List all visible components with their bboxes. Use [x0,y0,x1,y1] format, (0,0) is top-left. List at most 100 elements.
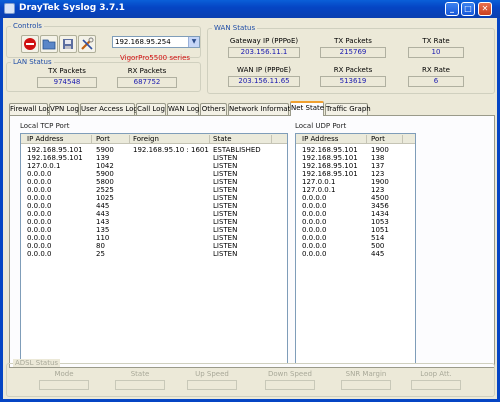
tcp-row[interactable]: 0.0.0.0 135 LISTEN [21,226,287,234]
tcp-cell: LISTEN [213,194,238,202]
udp-row[interactable]: 192.168.95.101 123 [296,170,415,178]
tcp-cell: LISTEN [213,226,238,234]
maximize-button[interactable]: □ [461,2,475,16]
tcp-row[interactable]: 0.0.0.0 110 LISTEN [21,234,287,242]
tcp-row[interactable]: 0.0.0.0 80 LISTEN [21,242,287,250]
tab-network-information[interactable]: Network Information [228,103,301,115]
udp-cell: 1900 [371,178,389,186]
udp-col-ip[interactable]: IP Address [302,135,338,143]
wan-status-group: WAN Status Gateway IP (PPPoE) 203.156.11… [207,24,495,94]
tab-firewall-log[interactable]: Firewall Log [9,103,51,115]
tcp-cell: LISTEN [213,242,238,250]
controls-label: Controls [11,22,44,30]
tcp-cell: 139 [96,154,110,162]
tcp-row[interactable]: 0.0.0.0 2525 LISTEN [21,186,287,194]
tcp-cell: 192.168.95.10 : 1601 [133,146,209,154]
adsl-mode-value [39,380,89,390]
title-bar[interactable]: DrayTek Syslog 3.7.1 _ □ ✕ [0,0,500,18]
udp-cell: 514 [371,234,385,242]
tcp-col-ip[interactable]: IP Address [27,135,63,143]
tcp-cell: LISTEN [213,154,238,162]
chevron-down-icon[interactable]: ▼ [188,37,199,47]
tcp-cell: 0.0.0.0 [27,218,52,226]
rx-rate-label: RX Rate [422,66,450,74]
udp-row[interactable]: 192.168.95.101 138 [296,154,415,162]
udp-row[interactable]: 0.0.0.0 3456 [296,202,415,210]
tab-user-access-log[interactable]: User Access Log [80,103,138,115]
tcp-cell: 443 [96,210,110,218]
tab-call-log[interactable]: Call Log [136,103,166,115]
udp-row[interactable]: 127.0.0.1 1900 [296,178,415,186]
tcp-cell: LISTEN [213,218,238,226]
tcp-col-foreign[interactable]: Foreign [133,135,159,143]
udp-cell: 4500 [371,194,389,202]
udp-row[interactable]: 0.0.0.0 500 [296,242,415,250]
tcp-cell: LISTEN [213,250,238,258]
udp-cell: 192.168.95.101 [302,154,358,162]
udp-list[interactable]: IP Address Port 192.168.95.101 1900 192.16… [295,133,416,364]
save-button[interactable] [59,35,77,53]
minimize-button[interactable]: _ [445,2,459,16]
tab-vpn-log[interactable]: VPN Log [49,103,79,115]
tcp-row[interactable]: 192.168.95.101 139 LISTEN [21,154,287,162]
tcp-row[interactable]: 192.168.95.101 5900 192.168.95.10 : 1601 ES… [21,146,287,154]
tcp-cell: 0.0.0.0 [27,226,52,234]
tcp-row[interactable]: 0.0.0.0 1025 LISTEN [21,194,287,202]
setup-button[interactable] [78,35,96,53]
router-ip-combo[interactable]: 192.168.95.254 ▼ [112,36,200,48]
tcp-row[interactable]: 0.0.0.0 443 LISTEN [21,210,287,218]
tcp-row[interactable]: 0.0.0.0 5800 LISTEN [21,178,287,186]
udp-row[interactable]: 192.168.95.101 137 [296,162,415,170]
udp-cell: 192.168.95.101 [302,162,358,170]
udp-col-port[interactable]: Port [371,135,385,143]
adsl-loop-att-label: Loop Att. [420,370,452,378]
tcp-row[interactable]: 0.0.0.0 25 LISTEN [21,250,287,258]
udp-row[interactable]: 0.0.0.0 445 [296,250,415,258]
udp-row[interactable]: 0.0.0.0 1434 [296,210,415,218]
udp-cell: 192.168.95.101 [302,146,358,154]
tcp-row[interactable]: 0.0.0.0 445 LISTEN [21,202,287,210]
tcp-row[interactable]: 0.0.0.0 5900 LISTEN [21,170,287,178]
tab-others[interactable]: Others [200,103,227,115]
udp-cell: 0.0.0.0 [302,194,327,202]
adsl-down-speed-label: Down Speed [267,370,312,378]
udp-cell: 0.0.0.0 [302,234,327,242]
adsl-state-value [115,380,165,390]
udp-cell: 1900 [371,146,389,154]
open-button[interactable] [40,35,58,53]
udp-cell: 445 [371,250,385,258]
tcp-cell: 5800 [96,178,114,186]
lan-tx-label: TX Packets [48,67,86,75]
tcp-cell: 0.0.0.0 [27,186,52,194]
window-title: DrayTek Syslog 3.7.1 [19,3,125,13]
udp-row[interactable]: 0.0.0.0 1051 [296,226,415,234]
udp-row[interactable]: 0.0.0.0 4500 [296,194,415,202]
tcp-cell: 0.0.0.0 [27,250,52,258]
udp-cell: 127.0.0.1 [302,178,336,186]
tab-net-state[interactable]: Net State [290,101,324,116]
tcp-col-state[interactable]: State [213,135,232,143]
stop-button[interactable] [21,35,39,53]
tcp-list[interactable]: IP Address Port Foreign State 192.168.95… [20,133,288,364]
udp-row[interactable]: 192.168.95.101 1900 [296,146,415,154]
tcp-cell: 0.0.0.0 [27,210,52,218]
udp-cell: 500 [371,242,385,250]
udp-cell: 127.0.0.1 [302,186,336,194]
tab-traffic-graph[interactable]: Traffic Graph [325,103,371,115]
close-button[interactable]: ✕ [478,2,492,16]
udp-row[interactable]: 0.0.0.0 1053 [296,218,415,226]
adsl-up-speed-label: Up Speed [195,370,229,378]
disk-icon [63,39,73,49]
udp-cell: 0.0.0.0 [302,218,327,226]
tab-wan-log[interactable]: WAN Log [167,103,199,115]
tcp-cell: LISTEN [213,162,238,170]
udp-row[interactable]: 0.0.0.0 514 [296,234,415,242]
lan-status-group: LAN Status TX Packets 974548 RX Packets … [6,58,201,92]
adsl-loop-att-value [411,380,461,390]
tcp-row[interactable]: 0.0.0.0 143 LISTEN [21,218,287,226]
udp-list-header: IP Address Port [296,134,415,144]
tcp-cell: 5900 [96,146,114,154]
tcp-row[interactable]: 127.0.0.1 1042 LISTEN [21,162,287,170]
udp-row[interactable]: 127.0.0.1 123 [296,186,415,194]
tcp-col-port[interactable]: Port [96,135,110,143]
